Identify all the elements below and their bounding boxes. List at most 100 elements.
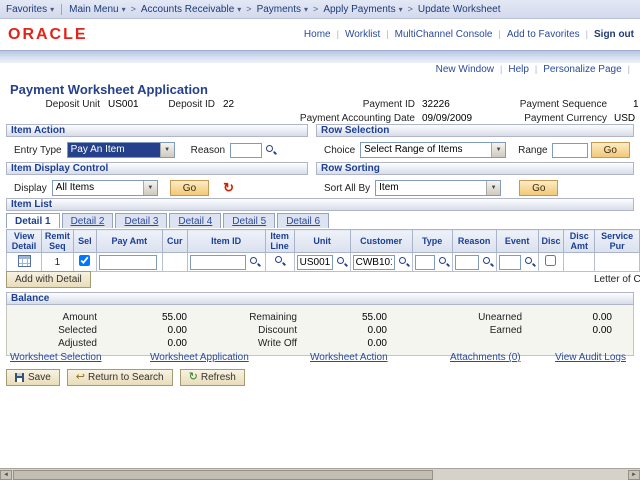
col-event: Event	[496, 230, 538, 253]
deposit-id-label: Deposit ID	[130, 99, 215, 110]
event-lookup-icon[interactable]	[524, 256, 536, 268]
scroll-right-arrow-icon[interactable]: ►	[628, 470, 640, 480]
header-link-add-to-favorites[interactable]: Add to Favorites	[507, 29, 580, 40]
range-input[interactable]	[552, 143, 588, 158]
view-detail-icon[interactable]	[18, 255, 31, 267]
chevron-down-icon: ▼	[143, 181, 157, 195]
link-separator	[331, 29, 345, 40]
payment-sequence-value: 1	[633, 99, 639, 110]
unearned-label: Unearned	[387, 312, 522, 323]
item-line-lookup-icon[interactable]	[274, 255, 286, 267]
new-window-link[interactable]: New Window	[436, 64, 494, 75]
col-customer: Customer	[350, 230, 412, 253]
deposit-unit-label: Deposit Unit	[20, 99, 100, 110]
entry-type-label: Entry Type	[14, 145, 62, 156]
breadcrumb-separator: >	[131, 4, 136, 14]
help-link[interactable]: Help	[508, 64, 529, 75]
tab-detail-2[interactable]: Detail 2	[62, 213, 114, 228]
breadcrumb-separator: >	[246, 4, 251, 14]
type-input[interactable]	[415, 255, 435, 270]
scrollbar-thumb[interactable]	[13, 470, 433, 480]
unit-input[interactable]	[297, 255, 333, 270]
row-sorting-go-button[interactable]: Go	[519, 180, 558, 196]
row-sorting-group: Row Sorting Sort All By Item ▼ Go	[316, 162, 634, 196]
header-link-multichannel-console[interactable]: MultiChannel Console	[395, 29, 493, 40]
breadcrumb-favorites[interactable]: Favorites	[6, 4, 54, 15]
col-item-line: Item Line	[265, 230, 294, 253]
sel-checkbox[interactable]	[79, 255, 90, 266]
breadcrumb-payments[interactable]: Payments	[257, 4, 308, 15]
remaining-label: Remaining	[187, 312, 297, 323]
scroll-left-arrow-icon[interactable]: ◄	[0, 470, 12, 480]
reason-lookup-icon[interactable]	[482, 256, 494, 268]
worksheet-action-link[interactable]: Worksheet Action	[310, 352, 388, 363]
item-list-table: View Detail Remit Seq Sel Pay Amt Cur It…	[6, 229, 640, 272]
breadcrumb-accounts-receivable[interactable]: Accounts Receivable	[141, 4, 241, 15]
breadcrumb-payments-label: Payments	[257, 4, 301, 15]
link-separator	[622, 64, 636, 75]
refresh-display-icon[interactable]: ↻	[223, 180, 234, 196]
item-display-go-button[interactable]: Go	[170, 180, 209, 196]
add-row: Add with Detail Letter of C	[6, 271, 640, 289]
breadcrumb-separator: >	[408, 4, 413, 14]
customer-input[interactable]	[353, 255, 395, 270]
pay-amt-input[interactable]	[99, 255, 157, 270]
header-link-worklist[interactable]: Worklist	[345, 29, 380, 40]
breadcrumb-separator: >	[313, 4, 318, 14]
unit-lookup-icon[interactable]	[336, 256, 348, 268]
unearned-value: 0.00	[522, 312, 612, 323]
view-audit-logs-link[interactable]: View Audit Logs	[555, 352, 626, 363]
event-input[interactable]	[499, 255, 521, 270]
tab-detail-4[interactable]: Detail 4	[169, 213, 221, 228]
page-title: Payment Worksheet Application	[10, 82, 208, 97]
display-select[interactable]: All Items ▼	[52, 180, 158, 196]
worksheet-application-link[interactable]: Worksheet Application	[150, 352, 249, 363]
customer-lookup-icon[interactable]	[398, 256, 410, 268]
reason-input[interactable]	[455, 255, 479, 270]
breadcrumb-apply-payments[interactable]: Apply Payments	[323, 4, 402, 15]
refresh-button[interactable]: ↻ Refresh	[180, 369, 245, 386]
top-header: ORACLE Home Worklist MultiChannel Consol…	[0, 20, 640, 50]
entry-type-value: Pay An Item	[68, 143, 160, 157]
personalize-page-link[interactable]: Personalize Page	[543, 64, 621, 75]
write-off-value: 0.00	[297, 338, 387, 349]
sign-out-link[interactable]: Sign out	[594, 29, 634, 40]
tab-detail-3[interactable]: Detail 3	[115, 213, 167, 228]
breadcrumb-main-menu[interactable]: Main Menu	[69, 4, 125, 15]
link-separator	[493, 29, 507, 40]
horizontal-scrollbar[interactable]: ◄ ►	[0, 468, 640, 480]
attachments-link[interactable]: Attachments (0)	[450, 352, 521, 363]
col-type: Type	[412, 230, 452, 253]
add-with-detail-button[interactable]: Add with Detail	[6, 271, 91, 288]
breadcrumb-ar-label: Accounts Receivable	[141, 4, 234, 15]
save-button[interactable]: Save	[6, 369, 60, 386]
row-sorting-header: Row Sorting	[316, 162, 634, 175]
link-separator	[494, 64, 508, 75]
col-sel: Sel	[73, 230, 96, 253]
reason-lookup-icon[interactable]	[265, 144, 277, 156]
detail-tabs: Detail 1 Detail 2 Detail 3 Detail 4 Deta…	[6, 213, 331, 228]
balance-content: Amount 55.00 Remaining 55.00 Unearned 0.…	[6, 305, 634, 356]
worksheet-selection-link[interactable]: Worksheet Selection	[10, 352, 102, 363]
deposit-id-value: 22	[223, 99, 234, 110]
item-id-lookup-icon[interactable]	[249, 256, 261, 268]
return-to-search-button[interactable]: ↩ Return to Search	[67, 369, 173, 386]
link-separator	[380, 29, 394, 40]
sort-all-by-select[interactable]: Item ▼	[375, 180, 501, 196]
choice-select[interactable]: Select Range of Items ▼	[360, 142, 506, 158]
tab-detail-1[interactable]: Detail 1	[6, 213, 60, 228]
header-link-home[interactable]: Home	[304, 29, 331, 40]
entry-type-select[interactable]: Pay An Item ▼	[67, 142, 175, 158]
choice-value: Select Range of Items	[361, 143, 491, 157]
disc-checkbox[interactable]	[545, 255, 556, 266]
table-row: 1	[7, 253, 640, 272]
tab-detail-6[interactable]: Detail 6	[277, 213, 329, 228]
tab-detail-5[interactable]: Detail 5	[223, 213, 275, 228]
type-lookup-icon[interactable]	[438, 256, 450, 268]
row-selection-go-button[interactable]: Go	[591, 142, 630, 158]
item-action-reason-input[interactable]	[230, 143, 262, 158]
balance-group: Balance Amount 55.00 Remaining 55.00 Une…	[6, 292, 634, 356]
item-id-input[interactable]	[190, 255, 246, 270]
col-unit: Unit	[294, 230, 350, 253]
save-disk-icon	[15, 373, 24, 382]
